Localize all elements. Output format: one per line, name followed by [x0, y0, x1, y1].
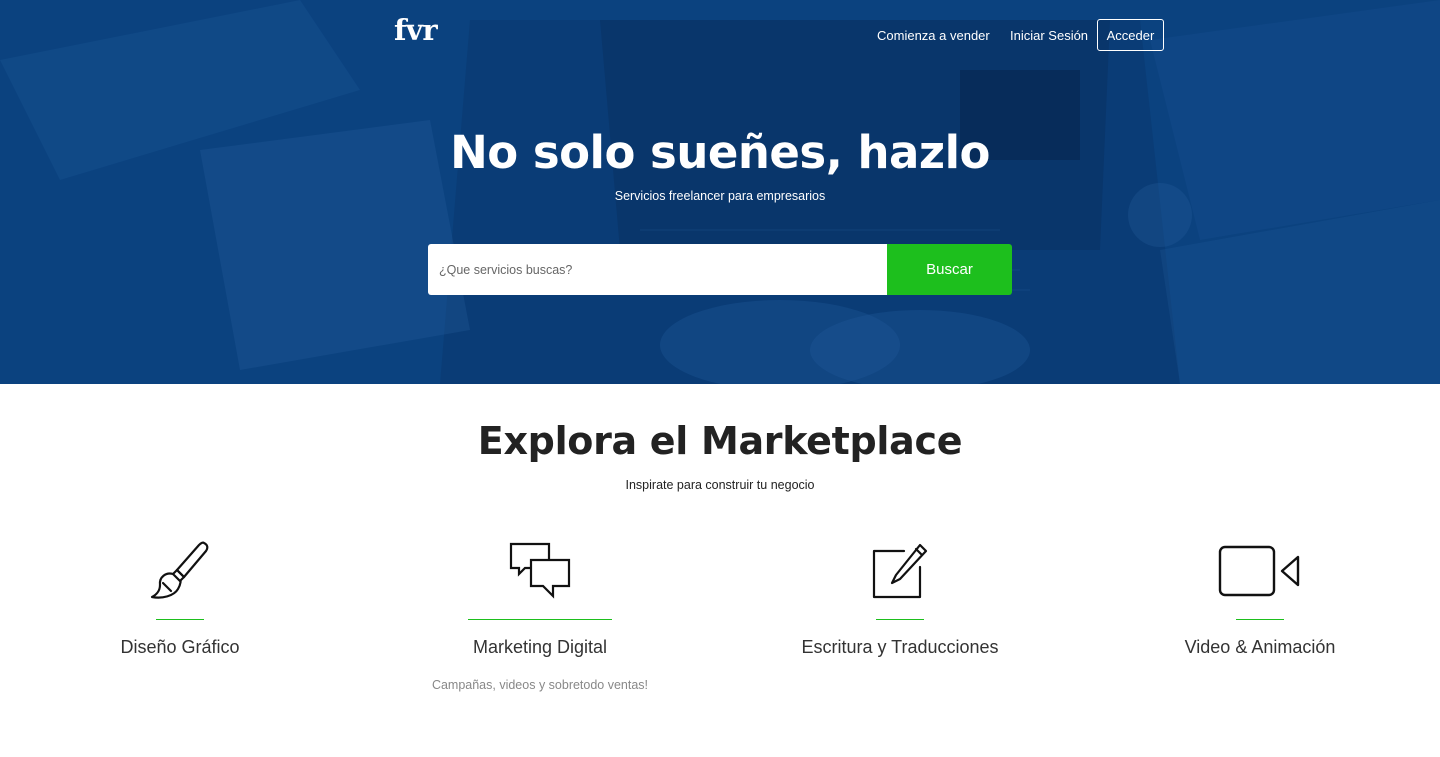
- category-card[interactable]: Marketing Digital Campañas, videos y sob…: [360, 538, 720, 692]
- hero-title: No solo sueñes, hazlo: [450, 126, 990, 179]
- category-label[interactable]: Marketing Digital: [360, 637, 720, 658]
- access-button[interactable]: Acceder: [1097, 19, 1164, 51]
- category-divider: [468, 619, 612, 620]
- login-link[interactable]: Iniciar Sesión: [1010, 28, 1088, 43]
- chat-bubbles-icon: [360, 538, 720, 604]
- edit-pencil-icon: [720, 538, 1080, 604]
- category-description: Campañas, videos y sobretodo ventas!: [431, 678, 649, 692]
- section-subtitle: Inspirate para construir tu negocio: [625, 478, 815, 492]
- category-divider: [876, 619, 924, 620]
- category-divider: [1236, 619, 1284, 620]
- search-form: Buscar: [428, 244, 1012, 295]
- top-navigation: fvr Comienza a vender Iniciar Sesión Acc…: [0, 0, 1440, 70]
- logo[interactable]: fvr: [394, 13, 438, 47]
- search-button[interactable]: Buscar: [887, 244, 1012, 295]
- category-card[interactable]: Diseño Gráfico: [0, 538, 360, 678]
- search-input[interactable]: [428, 244, 887, 295]
- category-label[interactable]: Video & Animación: [1080, 637, 1440, 658]
- paintbrush-icon: [0, 538, 360, 604]
- category-card[interactable]: Escritura y Traducciones: [720, 538, 1080, 678]
- category-label[interactable]: Escritura y Traducciones: [720, 637, 1080, 658]
- category-divider: [156, 619, 204, 620]
- start-selling-link[interactable]: Comienza a vender: [877, 28, 990, 43]
- category-label[interactable]: Diseño Gráfico: [0, 637, 360, 658]
- hero-section: fvr Comienza a vender Iniciar Sesión Acc…: [0, 0, 1440, 384]
- section-title: Explora el Marketplace: [477, 419, 963, 463]
- category-card[interactable]: Video & Animación: [1080, 538, 1440, 678]
- video-camera-icon: [1080, 538, 1440, 604]
- hero-subtitle: Servicios freelancer para empresarios: [614, 189, 826, 203]
